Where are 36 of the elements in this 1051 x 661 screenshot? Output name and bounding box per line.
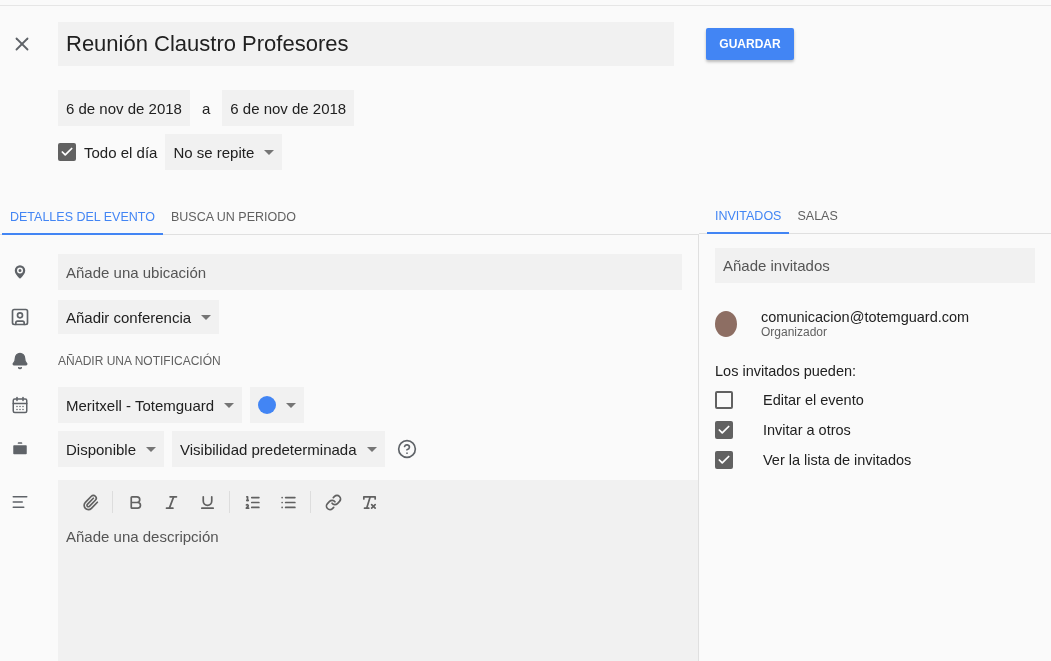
visibility-dropdown[interactable]: Visibilidad predeterminada [172, 431, 385, 467]
availability-dropdown[interactable]: Disponible [58, 431, 165, 467]
guest-role: Organizador [761, 325, 829, 339]
conference-dropdown[interactable]: Añadir conferencia [58, 300, 220, 334]
avatar [715, 311, 737, 337]
all-day-checkbox[interactable] [58, 143, 76, 161]
permission-checkbox[interactable] [715, 451, 733, 469]
all-day-label: Todo el día [84, 143, 158, 161]
tab[interactable]: SALAS [789, 199, 846, 234]
contact-card-icon [10, 307, 30, 327]
tab[interactable]: BUSCA UN PERIODO [162, 200, 304, 235]
permission-label: Editar el evento [763, 392, 864, 408]
check-icon [717, 423, 731, 437]
tab[interactable]: INVITADOS [707, 199, 790, 234]
permission-checkbox[interactable] [715, 391, 733, 409]
check-icon [60, 145, 74, 159]
location-field[interactable]: Añade una ubicación [58, 254, 682, 290]
description-field[interactable]: Añade una descripción [58, 524, 698, 661]
calendar-dropdown[interactable]: Meritxell - Totemguard [58, 387, 243, 423]
permissions-label: Los invitados pueden: [715, 363, 858, 379]
add-guests-field[interactable]: Añade invitados [715, 248, 1035, 283]
bell-icon [10, 351, 30, 371]
color-dropdown[interactable] [250, 387, 305, 423]
permission-checkbox[interactable] [715, 421, 733, 439]
start-date-field[interactable]: 6 de nov de 2018 [58, 90, 190, 126]
guest-email: comunicacion@totemguard.com [761, 309, 970, 325]
calendar-icon [10, 395, 30, 415]
date-separator: a [201, 99, 211, 117]
permission-label: Ver la lista de invitados [763, 452, 912, 468]
save-button[interactable]: GUARDAR [706, 28, 794, 60]
add-notification-link[interactable]: AÑADIR UNA NOTIFICACIÓN [58, 354, 221, 368]
check-icon [717, 453, 731, 467]
repeat-dropdown[interactable]: No se repite [165, 134, 283, 170]
permission-label: Invitar a otros [763, 422, 851, 438]
end-date-field[interactable]: 6 de nov de 2018 [222, 90, 355, 126]
title-field[interactable]: Reunión Claustro Profesores [58, 22, 674, 66]
